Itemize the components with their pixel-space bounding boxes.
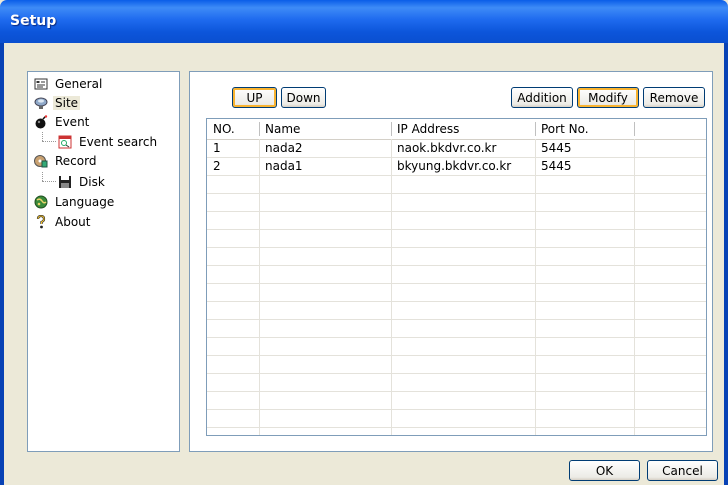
column-header-port[interactable]: Port No. <box>535 119 634 139</box>
addition-button[interactable]: Addition <box>511 87 573 108</box>
column-separator[interactable] <box>634 122 635 136</box>
empty-row <box>207 410 706 428</box>
table-row[interactable]: 2 nada1 bkyung.bkdvr.co.kr 5445 <box>207 158 706 176</box>
tree-connector <box>42 172 43 181</box>
about-icon <box>34 214 48 229</box>
cell-no: 2 <box>213 159 221 173</box>
tree-item-event[interactable]: Event <box>34 113 91 131</box>
tree-item-event-search[interactable]: Event search <box>58 133 159 151</box>
tree-connector <box>42 132 43 141</box>
down-button[interactable]: Down <box>281 87 326 108</box>
tree-item-label: General <box>55 77 103 91</box>
tree-item-record[interactable]: Record <box>34 152 98 170</box>
tree-item-label: Record <box>55 154 97 168</box>
empty-row <box>207 338 706 356</box>
empty-row <box>207 176 706 194</box>
cell-ip: bkyung.bkdvr.co.kr <box>397 159 512 173</box>
up-button[interactable]: UP <box>232 87 277 108</box>
empty-row <box>207 230 706 248</box>
remove-button[interactable]: Remove <box>643 87 705 108</box>
cancel-button[interactable]: Cancel <box>647 460 718 481</box>
empty-row <box>207 356 706 374</box>
general-icon <box>34 77 48 91</box>
empty-row <box>207 284 706 302</box>
tree-item-label: Disk <box>79 175 105 189</box>
cell-name: nada1 <box>265 159 303 173</box>
column-header-no[interactable]: NO. <box>207 119 259 139</box>
cell-ip: naok.bkdvr.co.kr <box>397 141 497 155</box>
modify-button[interactable]: Modify <box>577 87 639 108</box>
site-icon <box>34 96 48 110</box>
language-icon <box>34 195 48 209</box>
record-icon <box>34 154 48 168</box>
ok-button[interactable]: OK <box>569 460 640 481</box>
event-search-icon <box>58 135 72 149</box>
disk-icon <box>58 175 72 189</box>
empty-row <box>207 248 706 266</box>
empty-row <box>207 266 706 284</box>
tree-item-label: About <box>55 215 91 229</box>
tree-item-label: Language <box>55 195 115 209</box>
column-header-name[interactable]: Name <box>259 119 391 139</box>
cell-port: 5445 <box>541 141 572 155</box>
empty-row <box>207 392 706 410</box>
tree-item-general[interactable]: General <box>34 75 104 93</box>
site-list[interactable]: NO. Name IP Address Port No. 1 nada2 nao… <box>206 118 707 436</box>
tree-item-disk[interactable]: Disk <box>58 173 107 191</box>
title-bar: Setup <box>0 0 728 43</box>
tree-item-label: Event search <box>79 135 158 149</box>
list-header: NO. Name IP Address Port No. <box>207 119 706 140</box>
event-icon <box>34 115 48 129</box>
column-header-ip[interactable]: IP Address <box>391 119 535 139</box>
tree-item-label: Site <box>53 96 81 110</box>
empty-row <box>207 374 706 392</box>
cell-name: nada2 <box>265 141 303 155</box>
empty-row <box>207 320 706 338</box>
tree-item-label: Event <box>55 115 90 129</box>
tree-item-about[interactable]: About <box>34 213 92 231</box>
empty-row <box>207 302 706 320</box>
cell-no: 1 <box>213 141 221 155</box>
setup-tree[interactable]: General Site Event Event search Record D… <box>27 71 180 452</box>
tree-item-language[interactable]: Language <box>34 193 116 211</box>
tree-connector <box>42 181 56 182</box>
tree-item-site[interactable]: Site <box>34 94 81 112</box>
window-title: Setup <box>10 13 57 29</box>
tree-connector <box>42 141 56 142</box>
table-row[interactable]: 1 nada2 naok.bkdvr.co.kr 5445 <box>207 140 706 158</box>
cell-port: 5445 <box>541 159 572 173</box>
window-frame-right <box>724 43 728 485</box>
empty-row <box>207 212 706 230</box>
empty-row <box>207 194 706 212</box>
